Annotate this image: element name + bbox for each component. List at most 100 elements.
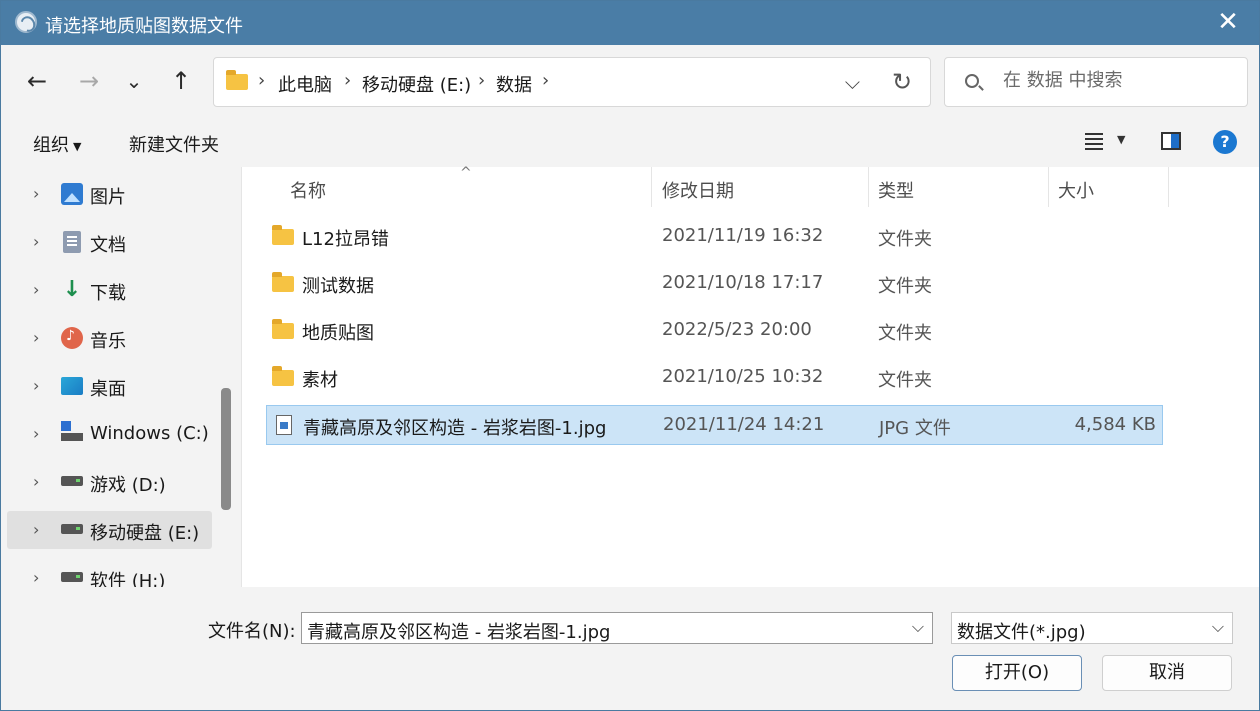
expand-chevron-icon[interactable]: › (33, 280, 39, 299)
file-name: 青藏高原及邻区构造 - 岩浆岩图-1.jpg (303, 418, 607, 439)
navigation-scrollbar[interactable] (217, 167, 237, 587)
expand-chevron-icon[interactable]: › (33, 568, 39, 587)
dialog-title: 请选择地质贴图数据文件 (45, 16, 243, 37)
recent-locations-button[interactable]: ⌄ (118, 65, 150, 97)
drive-icon (61, 476, 83, 486)
chevron-down-icon[interactable]: ⌵ (912, 617, 924, 637)
column-header-type[interactable]: 类型 (878, 177, 914, 203)
file-date: 2022/5/23 20:00 (662, 319, 812, 340)
forward-button[interactable]: → (73, 65, 105, 97)
new-folder-button[interactable]: 新建文件夹 (129, 131, 219, 157)
sidebar-item-label: 文档 (90, 235, 126, 256)
dialog-footer: 文件名(N): 青藏高原及邻区构造 - 岩浆岩图-1.jpg ⌵ 数据文件(*.… (1, 587, 1259, 710)
column-header-size[interactable]: 大小 (1058, 177, 1094, 203)
title-bar: 请选择地质贴图数据文件 ✕ (1, 1, 1259, 45)
sidebar-item-drive-h[interactable]: › 软件 (H:) (7, 559, 212, 587)
filename-field[interactable]: 青藏高原及邻区构造 - 岩浆岩图-1.jpg ⌵ (301, 612, 933, 644)
file-type: 文件夹 (878, 370, 932, 391)
expand-chevron-icon[interactable]: › (33, 424, 39, 443)
file-date: 2021/10/25 10:32 (662, 366, 824, 387)
scrollbar-thumb[interactable] (221, 388, 231, 510)
sidebar-item-desktop[interactable]: › 桌面 (7, 367, 212, 405)
address-history-dropdown[interactable]: ⌵ (845, 70, 860, 94)
sidebar-item-drive-d[interactable]: › 游戏 (D:) (7, 463, 212, 501)
breadcrumb-separator: › (258, 70, 266, 91)
column-header-name[interactable]: 名称 (290, 177, 326, 203)
sidebar-item-pictures[interactable]: › 图片 (7, 175, 212, 213)
sidebar-item-downloads[interactable]: › ↓ 下载 (7, 271, 212, 309)
file-date: 2021/10/18 17:17 (662, 272, 824, 293)
folder-icon (272, 272, 294, 292)
list-item[interactable]: 地质贴图 2022/5/23 20:00 文件夹 (266, 311, 1163, 351)
view-caret-icon[interactable]: ▼ (1117, 133, 1125, 146)
sidebar-item-music[interactable]: › 音乐 (7, 319, 212, 357)
breadcrumb-drive-e[interactable]: 移动硬盘 (E:) (362, 71, 471, 97)
search-box[interactable] (944, 57, 1248, 107)
breadcrumb-data[interactable]: 数据 (496, 71, 532, 97)
file-date: 2021/11/19 16:32 (662, 225, 824, 246)
organize-label: 组织 (33, 135, 69, 156)
sidebar-item-label: 桌面 (90, 379, 126, 400)
file-type: 文件夹 (878, 323, 932, 344)
sidebar-item-documents[interactable]: › 文档 (7, 223, 212, 261)
expand-chevron-icon[interactable]: › (33, 184, 39, 203)
sidebar-item-label: 移动硬盘 (E:) (90, 523, 200, 544)
downloads-icon: ↓ (62, 277, 82, 302)
expand-chevron-icon[interactable]: › (33, 520, 39, 539)
address-bar[interactable]: › 此电脑 › 移动硬盘 (E:) › 数据 › ⌵ ↻ (213, 57, 931, 107)
filename-value: 青藏高原及邻区构造 - 岩浆岩图-1.jpg (307, 622, 611, 643)
breadcrumb-separator: › (542, 70, 550, 91)
view-options-icon[interactable] (1085, 133, 1103, 150)
sidebar-item-label: 下载 (90, 283, 126, 304)
file-date: 2021/11/24 14:21 (663, 414, 825, 435)
breadcrumb-separator: › (478, 70, 486, 91)
expand-chevron-icon[interactable]: › (33, 232, 39, 251)
search-input[interactable] (1003, 70, 1233, 91)
breadcrumb-this-pc[interactable]: 此电脑 (278, 71, 332, 97)
windows-drive-icon (61, 421, 83, 441)
music-icon (61, 327, 83, 349)
close-button[interactable]: ✕ (1215, 9, 1241, 35)
list-item-selected[interactable]: 青藏高原及邻区构造 - 岩浆岩图-1.jpg 2021/11/24 14:21 … (266, 405, 1163, 445)
desktop-icon (61, 377, 83, 395)
folder-icon (226, 70, 248, 90)
up-button[interactable]: ↑ (165, 65, 197, 97)
refresh-button[interactable]: ↻ (888, 68, 916, 96)
column-divider[interactable] (651, 167, 652, 207)
column-divider[interactable] (1048, 167, 1049, 207)
navigation-pane: › 图片 › 文档 › ↓ 下载 › 音乐 › 桌面 › Windows (C:… (1, 167, 217, 587)
expand-chevron-icon[interactable]: › (33, 472, 39, 491)
file-type: 文件夹 (878, 276, 932, 297)
cancel-button[interactable]: 取消 (1102, 655, 1232, 691)
help-icon[interactable]: ? (1213, 130, 1237, 154)
list-item[interactable]: L12拉昂错 2021/11/19 16:32 文件夹 (266, 217, 1163, 257)
column-divider[interactable] (868, 167, 869, 207)
breadcrumb-separator: › (344, 70, 352, 91)
drive-icon (61, 572, 83, 582)
organize-menu[interactable]: 组织 ▼ (33, 131, 81, 157)
expand-chevron-icon[interactable]: › (33, 376, 39, 395)
open-button[interactable]: 打开(O) (952, 655, 1082, 691)
file-name: L12拉昂错 (302, 229, 389, 250)
file-open-dialog: 请选择地质贴图数据文件 ✕ ← → ⌄ ↑ › 此电脑 › 移动硬盘 (E:) … (0, 0, 1260, 711)
sidebar-item-drive-c[interactable]: › Windows (C:) (7, 415, 212, 453)
preview-pane-icon[interactable] (1161, 132, 1181, 150)
column-header-date[interactable]: 修改日期 (662, 177, 734, 203)
filetype-select[interactable]: 数据文件(*.jpg) ⌵ (951, 612, 1233, 644)
file-list: ^ 名称 修改日期 类型 大小 L12拉昂错 2021/11/19 16:32 … (241, 165, 1259, 587)
expand-chevron-icon[interactable]: › (33, 328, 39, 347)
back-button[interactable]: ← (21, 65, 53, 97)
list-item[interactable]: 素材 2021/10/25 10:32 文件夹 (266, 358, 1163, 398)
folder-icon (272, 366, 294, 386)
column-divider[interactable] (1168, 167, 1169, 207)
file-name: 测试数据 (302, 276, 374, 297)
list-item[interactable]: 测试数据 2021/10/18 17:17 文件夹 (266, 264, 1163, 304)
app-globe-icon (15, 11, 37, 33)
file-type: JPG 文件 (879, 418, 951, 439)
image-file-icon (276, 415, 292, 435)
sidebar-item-label: Windows (C:) (90, 423, 209, 444)
sidebar-item-drive-e[interactable]: › 移动硬盘 (E:) (7, 511, 212, 549)
file-name: 素材 (302, 370, 338, 391)
command-bar: 组织 ▼ 新建文件夹 ▼ ? (1, 119, 1259, 165)
filename-label: 文件名(N): (208, 621, 296, 642)
